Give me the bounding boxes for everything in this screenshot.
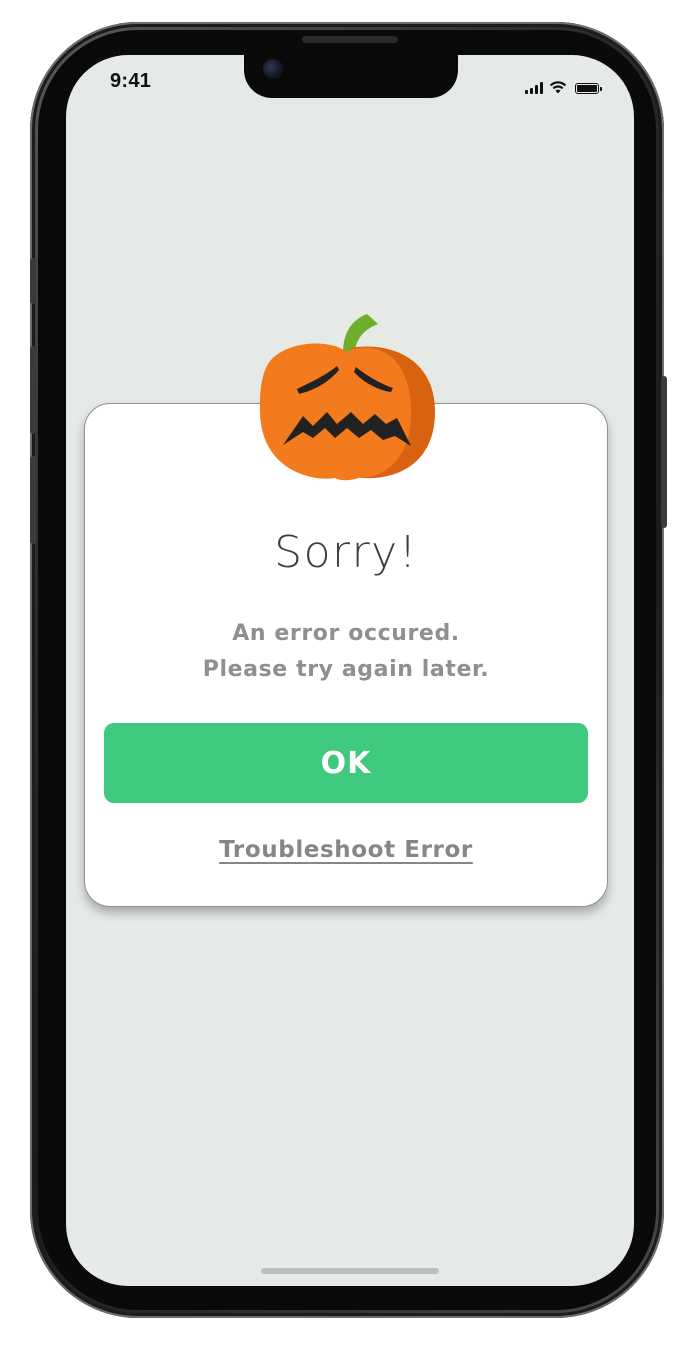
home-indicator[interactable] <box>261 1268 439 1274</box>
volume-up-button <box>30 346 36 434</box>
sad-pumpkin-icon <box>259 314 435 481</box>
status-icons <box>525 76 602 94</box>
cellular-signal-icon <box>525 81 543 94</box>
troubleshoot-error-label[interactable]: Troubleshoot Error <box>219 837 473 863</box>
front-camera <box>263 59 283 79</box>
battery-icon <box>575 83 602 94</box>
status-time: 9:41 <box>110 70 152 92</box>
dialog-title: Sorry! <box>274 527 418 578</box>
volume-down-button <box>30 456 36 544</box>
power-button <box>661 376 667 528</box>
earpiece-speaker <box>302 36 398 43</box>
ok-button[interactable]: OK <box>104 723 588 803</box>
troubleshoot-error-link[interactable]: Troubleshoot Error <box>84 832 608 868</box>
silent-switch <box>30 258 36 304</box>
error-message: An error occured. Please try again later… <box>84 616 608 688</box>
phone-mockup: 9:41 Sorry! An error occured. Please try… <box>0 0 692 1349</box>
error-message-line-2: Please try again later. <box>202 657 490 682</box>
error-message-line-1: An error occured. <box>232 621 460 646</box>
wifi-icon <box>549 81 567 94</box>
